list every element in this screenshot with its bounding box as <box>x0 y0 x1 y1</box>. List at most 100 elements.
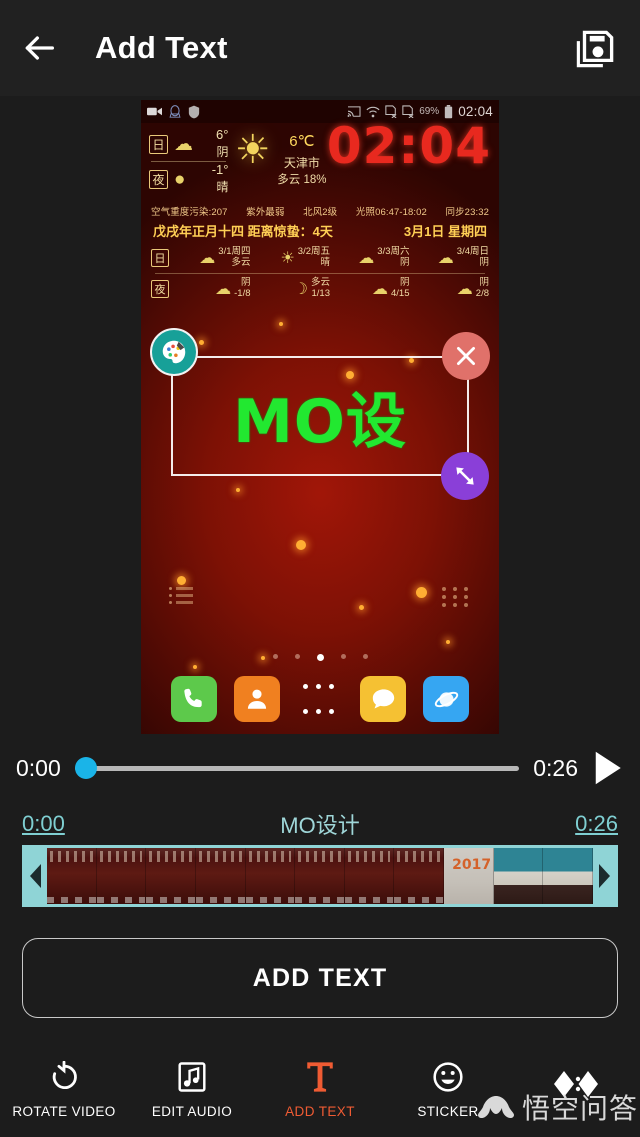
forecast-nightcond-1: 多云 <box>310 277 330 289</box>
day-weather-icon: ☁ <box>174 133 193 155</box>
qq-penguin-icon <box>169 105 181 118</box>
rotate-icon <box>48 1059 80 1095</box>
daynight-summary: 日 ☁ 6° 阴 夜 ● -1° 晴 <box>149 127 228 196</box>
filmstrip-frame <box>493 848 544 904</box>
filmstrip-frame <box>195 848 246 904</box>
forecast-date-3: 3/4周日 <box>456 246 489 258</box>
night-badge: 夜 <box>149 169 168 189</box>
filmstrip-frame <box>47 848 97 904</box>
trim-right-handle[interactable] <box>593 848 615 904</box>
chevron-left-icon <box>30 864 41 888</box>
toolbar-item-edit-audio[interactable]: EDIT AUDIO <box>128 1040 256 1137</box>
clip-title: MO设计 <box>280 813 360 838</box>
forecast-temps-3: 2/8 <box>475 288 489 299</box>
toolbar-item-rotate-video[interactable]: ♫ ROTATE VIDEO <box>0 1040 128 1137</box>
save-button[interactable] <box>568 22 622 76</box>
forecast-daycond-0: 多云 <box>231 257 251 268</box>
overlay-text[interactable]: MO设 <box>173 358 467 474</box>
seek-thumb[interactable] <box>74 757 97 779</box>
back-button[interactable] <box>0 0 78 96</box>
filmstrip-frame <box>295 848 345 904</box>
forecast-night-badge: 夜 <box>151 280 169 298</box>
status-left-icons <box>147 105 200 119</box>
arrow-left-icon <box>25 36 54 60</box>
filmstrip-frame <box>543 848 593 904</box>
shield-icon <box>188 105 200 118</box>
cast-icon <box>347 105 361 117</box>
timeline-filmstrip[interactable]: 2017 <box>22 845 618 907</box>
night-condition: 晴 <box>216 180 229 194</box>
city-name: 天津市 <box>283 155 320 170</box>
particle <box>279 322 283 326</box>
forecast-icon: ☁ <box>456 281 473 298</box>
lunar-text: 戊戌年正月十四 距离惊蛰：4天 <box>153 224 333 239</box>
globe-glyph-icon <box>434 691 458 707</box>
night-temp: -1° <box>211 162 229 178</box>
forecast-night-row: 夜 ☁ 阴 -1/8 ☽ 多云 1/13 ☁ 阴 4/15 ☁ 阴 2/8 <box>151 274 489 304</box>
text-overlay-box[interactable]: MO设 <box>150 328 490 500</box>
filmstrip-frame <box>394 848 445 904</box>
add-text-button[interactable]: ADD TEXT <box>22 938 618 1018</box>
particle <box>359 605 364 610</box>
filmstrip-frame <box>96 848 147 904</box>
trim-end-label[interactable]: 0:26 <box>575 811 618 837</box>
forecast-date-0: 3/1周四 <box>218 246 251 258</box>
forecast-date-2: 3/3周六 <box>377 246 410 258</box>
homescreen-list-widget[interactable] <box>169 587 193 608</box>
toolbar-label: ROTATE VIDEO <box>12 1103 116 1119</box>
homescreen-grid-widget[interactable] <box>442 587 471 607</box>
toolbar-item-transition[interactable] <box>512 1040 640 1137</box>
meta-aqi: 空气重度污染:207 <box>151 207 228 218</box>
app-drawer-icon[interactable] <box>297 676 343 722</box>
video-frame[interactable]: 69% 02:04 日 ☁ 6° 阴 夜 ● -1° 晴 ☀ 6℃ 天津市 多云… <box>141 100 499 734</box>
phone-app-icon[interactable] <box>171 676 217 722</box>
particle <box>177 576 186 585</box>
meta-wind: 北风2级 <box>303 207 338 218</box>
forecast-icon: ☁ <box>358 250 375 267</box>
forecast-nightcond-0: 阴 <box>240 277 251 289</box>
wifi-icon <box>366 106 380 117</box>
weather-meta-row: 空气重度污染:207 紫外最弱 北风2级 光照06:47-18:02 同步23:… <box>149 203 493 218</box>
toolbar-label: ADD TEXT <box>285 1103 355 1119</box>
filmstrip-frames: 2017 <box>47 848 593 904</box>
forecast-nightcond-2: 阴 <box>399 277 410 289</box>
messages-app-icon[interactable] <box>360 676 406 722</box>
video-preview-stage: 69% 02:04 日 ☁ 6° 阴 夜 ● -1° 晴 ☀ 6℃ 天津市 多云… <box>0 96 640 737</box>
day-temp: 6° <box>216 127 229 143</box>
forecast-date-1: 3/2周五 <box>297 246 330 258</box>
night-weather-icon: ● <box>174 168 186 190</box>
forecast-table: 日 ☁ 3/1周四 多云 ☀ 3/2周五 晴 ☁ 3/3周六 阴 ☁ 3/4周日 <box>149 242 493 304</box>
trim-left-handle[interactable] <box>25 848 47 904</box>
current-temp: 6℃ <box>289 133 315 150</box>
seek-track <box>74 765 520 771</box>
weather-widget[interactable]: 日 ☁ 6° 阴 夜 ● -1° 晴 ☀ 6℃ 天津市 多云 18% 02:04… <box>141 117 499 304</box>
forecast-icon: ☁ <box>215 281 232 298</box>
play-button[interactable] <box>590 749 624 787</box>
toolbar-item-add-text[interactable]: ADD TEXT <box>256 1040 384 1137</box>
toolbar-label: STICKER <box>417 1103 479 1119</box>
chat-bubble-glyph-icon <box>372 688 394 708</box>
play-icon <box>595 751 621 785</box>
filmstrip-frame: 2017 <box>444 848 494 904</box>
browser-app-icon[interactable] <box>423 676 469 722</box>
resize-text-handle[interactable] <box>441 452 489 500</box>
homescreen-dock <box>141 676 499 722</box>
widget-clock: 02:04 <box>326 117 491 175</box>
text-t-icon <box>305 1059 335 1095</box>
transition-diamonds-icon <box>553 1066 599 1102</box>
forecast-icon: ☁ <box>372 281 388 298</box>
delete-text-handle[interactable] <box>442 332 490 380</box>
playback-bar: 0:00 0:26 <box>0 737 640 799</box>
trim-start-label[interactable]: 0:00 <box>22 811 65 837</box>
contacts-app-icon[interactable] <box>234 676 280 722</box>
forecast-temps-1: 1/13 <box>311 288 331 299</box>
music-note-icon <box>177 1059 207 1095</box>
timeline-labels: 0:00 MO设计 0:26 <box>0 805 640 843</box>
filmstrip-frame <box>344 848 395 904</box>
particle <box>236 488 240 492</box>
toolbar-item-sticker[interactable]: STICKER <box>384 1040 512 1137</box>
forecast-icon: ☁ <box>437 250 454 267</box>
text-style-handle[interactable] <box>150 328 198 376</box>
seek-slider[interactable] <box>74 753 520 783</box>
close-x-icon <box>457 347 475 365</box>
